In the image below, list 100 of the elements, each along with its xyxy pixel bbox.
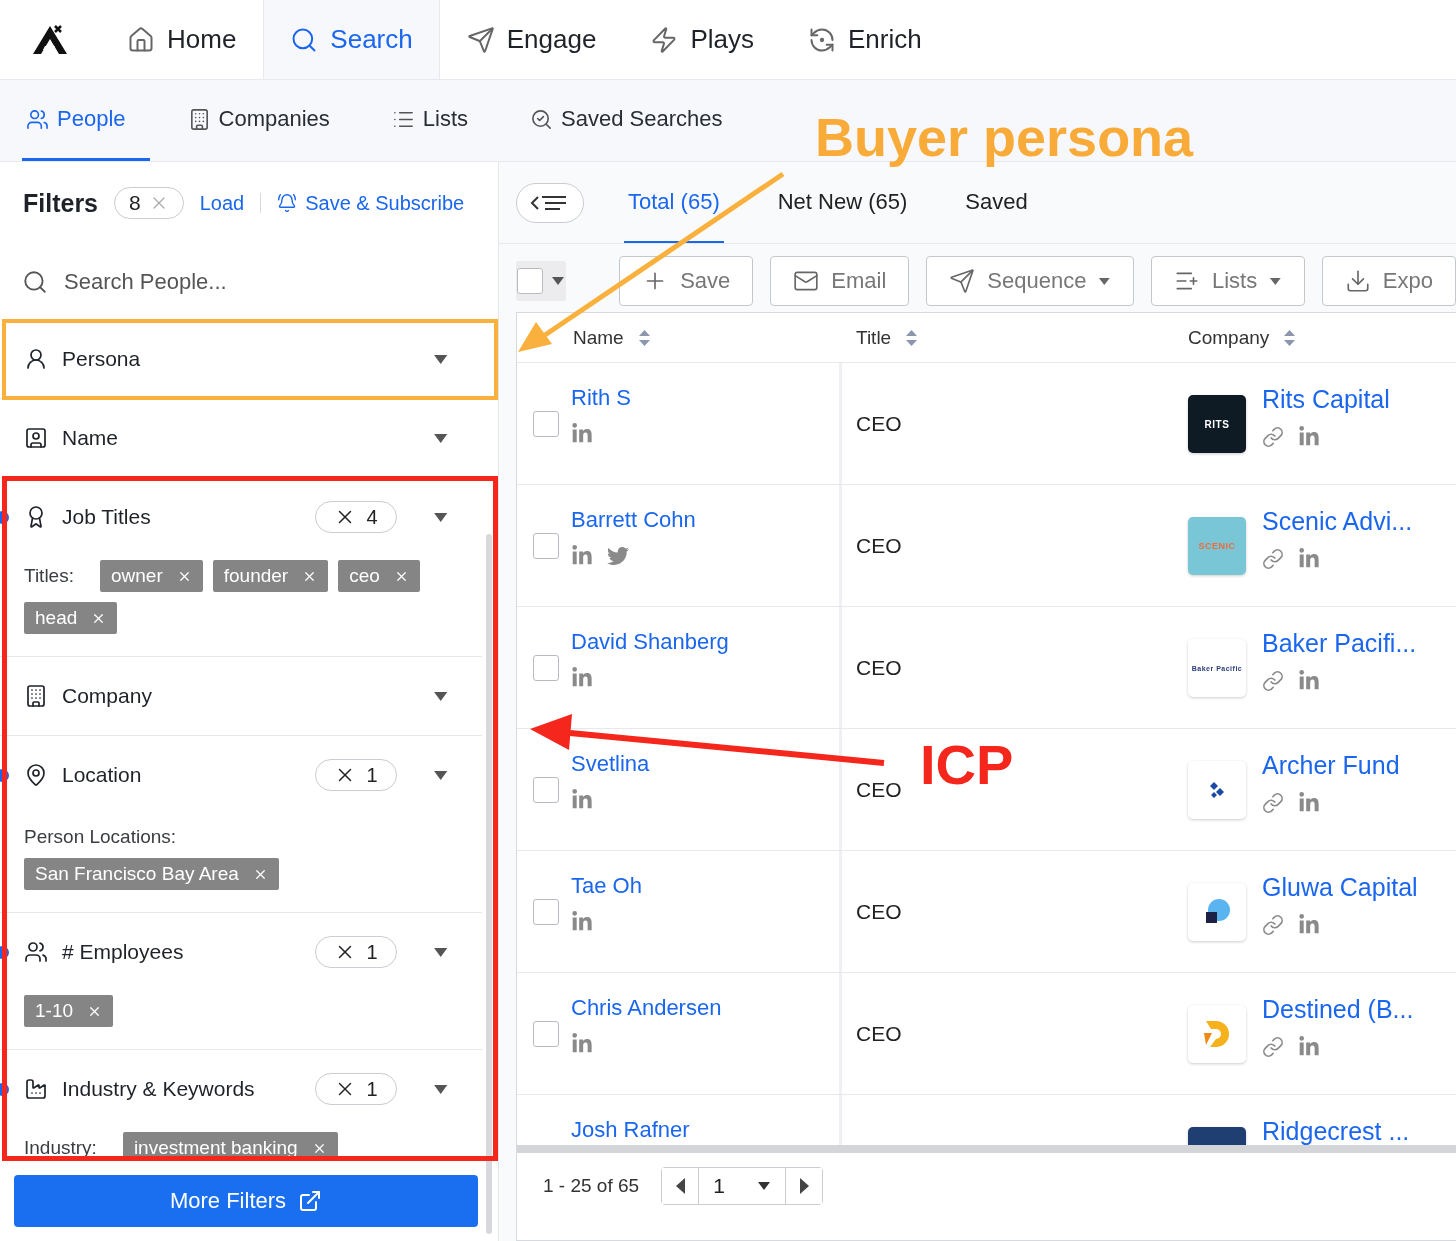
filter-count-chip[interactable]: 1 (315, 936, 397, 968)
expand-button[interactable] (432, 432, 448, 444)
linkedin-icon[interactable] (1298, 426, 1320, 448)
sub-tab[interactable]: People (22, 80, 150, 161)
filter-count-chip[interactable]: 8 (114, 187, 184, 219)
link-icon[interactable] (1262, 1036, 1284, 1058)
load-link[interactable]: Load (199, 191, 245, 215)
person-icon (24, 347, 48, 371)
expand-button[interactable] (432, 690, 448, 702)
search-field[interactable]: Search People... (62, 268, 442, 296)
linkedin-icon[interactable] (1298, 914, 1320, 936)
expand-button[interactable] (432, 946, 448, 958)
field-label: Titles: (24, 565, 74, 587)
people-icon (24, 940, 48, 964)
sub-tab[interactable]: Saved Searches (526, 80, 747, 161)
person-name[interactable]: Rith S (571, 385, 839, 411)
action-button[interactable]: Expo (1321, 256, 1456, 306)
action-button[interactable]: Save (619, 256, 754, 306)
filter-label[interactable]: Persona (62, 347, 419, 371)
company-name[interactable]: Destined (B... (1262, 995, 1414, 1024)
link-icon[interactable] (1262, 914, 1284, 936)
column-header[interactable]: Title (856, 326, 892, 349)
nav-tab[interactable]: Search (263, 0, 440, 79)
filter-chip[interactable]: ceo (338, 560, 420, 592)
linkedin-icon[interactable] (1298, 1036, 1320, 1058)
expand-button[interactable] (432, 1083, 448, 1095)
row-checkbox[interactable] (533, 1020, 559, 1047)
company-name[interactable]: Gluwa Capital (1262, 873, 1418, 902)
company-name[interactable]: Ridgecrest ... (1262, 1117, 1410, 1145)
filter-count-chip[interactable]: 1 (315, 1073, 397, 1105)
action-button[interactable]: Email (770, 256, 910, 306)
filter-chip[interactable]: San Francisco Bay Area (24, 858, 279, 890)
filter-label[interactable]: Location (62, 763, 302, 787)
linkedin-icon[interactable] (1298, 670, 1320, 692)
company-name[interactable]: Scenic Advi... (1262, 507, 1413, 536)
collapse-filters-button[interactable] (516, 182, 584, 223)
filter-count-chip[interactable]: 1 (315, 759, 397, 791)
company-name[interactable]: Baker Pacifi... (1262, 629, 1417, 658)
filter-chip[interactable]: head (24, 602, 118, 634)
caret-icon (1269, 276, 1282, 286)
bell-icon (277, 193, 298, 213)
sort-icon[interactable] (637, 328, 651, 347)
person-name[interactable]: Chris Andersen (571, 995, 839, 1021)
annotation-label: Buyer persona (815, 106, 1194, 168)
linkedin-icon[interactable] (571, 789, 593, 811)
page-range: 1 - 25 of 65 (543, 1175, 640, 1197)
linkedin-icon[interactable] (571, 423, 593, 445)
expand-button[interactable] (432, 769, 448, 781)
link-icon[interactable] (1262, 548, 1284, 570)
person-name[interactable]: Josh Rafner (571, 1117, 839, 1143)
column-header[interactable]: Company (1188, 326, 1270, 349)
linkedin-icon[interactable] (571, 911, 593, 933)
linkedin-icon[interactable] (1298, 792, 1320, 814)
expand-button[interactable] (432, 353, 448, 365)
save-subscribe-link[interactable]: Save & Subscribe (277, 191, 465, 215)
sort-icon[interactable] (1283, 328, 1297, 347)
link-icon[interactable] (1262, 792, 1284, 814)
factory-icon (24, 1077, 48, 1101)
twitter-icon[interactable] (607, 545, 629, 567)
expand-button[interactable] (432, 511, 448, 523)
row-checkbox[interactable] (533, 898, 559, 925)
company-name[interactable]: Rits Capital (1262, 385, 1390, 414)
person-name[interactable]: Barrett Cohn (571, 507, 839, 533)
caret-icon (432, 690, 448, 702)
filter-label[interactable]: Industry & Keywords (62, 1077, 302, 1101)
filter-label[interactable]: Job Titles (62, 505, 302, 529)
action-button[interactable]: Lists (1151, 256, 1305, 306)
home-icon (127, 25, 155, 54)
sort-icon[interactable] (905, 328, 919, 347)
company-name[interactable]: Archer Fund (1262, 751, 1400, 780)
result-tab[interactable]: Total (65) (624, 162, 724, 243)
row-checkbox[interactable] (533, 654, 559, 681)
sub-tab[interactable]: Companies (183, 80, 354, 161)
linkedin-icon[interactable] (571, 1033, 593, 1055)
filter-chip[interactable]: 1-10 (24, 995, 114, 1027)
linkedin-icon[interactable] (571, 545, 593, 567)
person-name[interactable]: Svetlina (571, 751, 839, 777)
select-all-checkbox[interactable] (517, 268, 544, 294)
link-icon[interactable] (1262, 670, 1284, 692)
filter-label[interactable]: Company (62, 684, 419, 708)
column-header[interactable]: Name (573, 326, 624, 349)
linkedin-icon[interactable] (571, 667, 593, 689)
app-logo[interactable] (31, 23, 69, 56)
filter-chip[interactable]: founder (212, 560, 329, 592)
link-icon[interactable] (1262, 426, 1284, 448)
row-checkbox[interactable] (533, 410, 559, 437)
sub-tab[interactable]: Lists (387, 80, 493, 161)
person-name[interactable]: Tae Oh (571, 873, 839, 899)
person-name[interactable]: David Shanberg (571, 629, 839, 655)
filter-count-chip[interactable]: 4 (315, 501, 397, 533)
filter-chip[interactable]: owner (99, 560, 203, 592)
row-checkbox[interactable] (533, 532, 559, 559)
more-filters-button[interactable]: More Filters (14, 1175, 478, 1227)
row-checkbox[interactable] (533, 776, 559, 803)
scrollbar[interactable] (486, 534, 492, 1234)
linkedin-icon[interactable] (1298, 548, 1320, 570)
action-button[interactable]: Sequence (926, 256, 1134, 306)
filter-label[interactable]: # Employees (62, 940, 302, 964)
page-select[interactable]: 1 (698, 1168, 787, 1204)
filter-label[interactable]: Name (62, 426, 419, 450)
